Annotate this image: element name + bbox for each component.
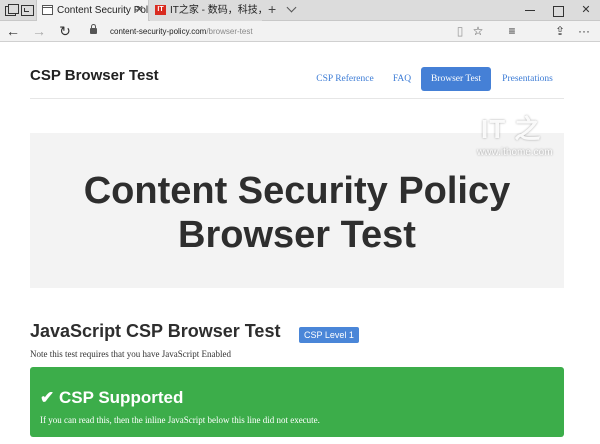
tab-content-security-policy[interactable]: Content Security Policy ✕ xyxy=(36,0,149,21)
tab-preview-icon[interactable] xyxy=(20,4,34,16)
close-window-button[interactable]: ✕ xyxy=(572,0,600,21)
address-bar-row: ← → ↻ content-security-policy.com/browse… xyxy=(0,21,600,340)
result-text: If you can read this, then the inline Ja… xyxy=(40,415,320,425)
nav-faq[interactable]: FAQ xyxy=(386,67,418,91)
favorite-star-icon[interactable]: ☆ xyxy=(470,23,486,40)
more-icon[interactable]: ··· xyxy=(576,23,592,40)
web-page: CSP Browser Test CSP Reference FAQ Brows… xyxy=(0,43,600,444)
nav-presentations[interactable]: Presentations xyxy=(495,67,560,91)
ithome-favicon-icon: IT xyxy=(155,5,166,15)
header-divider xyxy=(30,98,564,99)
chevron-down-icon[interactable] xyxy=(286,2,297,13)
reading-view-icon[interactable]: ▯ xyxy=(452,23,468,40)
ithome-watermark: IT 之 www.ithome.com xyxy=(477,109,567,164)
section-title: JavaScript CSP Browser Test xyxy=(30,321,281,341)
nav-csp-reference[interactable]: CSP Reference xyxy=(310,67,380,91)
ithome-logo: IT 之 xyxy=(481,114,542,144)
new-tab-button[interactable]: + xyxy=(268,0,276,19)
address-field[interactable]: content-security-policy.com/browser-test xyxy=(110,21,253,42)
share-icon[interactable]: ⇪ xyxy=(552,23,568,40)
url-path: /browser-test xyxy=(206,27,253,36)
jumbotron-title: Content Security Policy Browser Test xyxy=(83,170,511,256)
nav-browser-test[interactable]: Browser Test xyxy=(421,67,491,91)
url-domain: content-security-policy.com xyxy=(110,27,207,36)
result-title: ✔ CSP Supported xyxy=(40,388,184,407)
lock-icon xyxy=(90,24,97,34)
back-button[interactable]: ← xyxy=(4,23,22,40)
hub-icon[interactable]: ≡ xyxy=(504,23,520,40)
tab-label: IT之家 - 数码，科技，生活 xyxy=(170,5,262,16)
result-alert: ✔ CSP Supported If you can read this, th… xyxy=(30,367,564,437)
minimize-button[interactable] xyxy=(516,0,544,21)
tab-ithome[interactable]: IT IT之家 - 数码，科技，生活 xyxy=(150,0,262,21)
refresh-button[interactable]: ↻ xyxy=(56,23,74,40)
tab-bar: Content Security Policy ✕ IT IT之家 - 数码，科… xyxy=(0,0,600,21)
window-switch-icon[interactable] xyxy=(4,4,19,16)
javascript-note: Note this test requires that you have Ja… xyxy=(30,349,231,359)
watermark-url: www.ithome.com xyxy=(477,147,553,158)
close-tab-icon[interactable]: ✕ xyxy=(135,0,144,21)
page-favicon-icon xyxy=(42,5,53,15)
csp-level-badge: CSP Level 1 xyxy=(299,327,359,343)
maximize-button[interactable] xyxy=(544,0,572,21)
site-title[interactable]: CSP Browser Test xyxy=(30,67,159,84)
forward-button[interactable]: → xyxy=(30,23,48,40)
